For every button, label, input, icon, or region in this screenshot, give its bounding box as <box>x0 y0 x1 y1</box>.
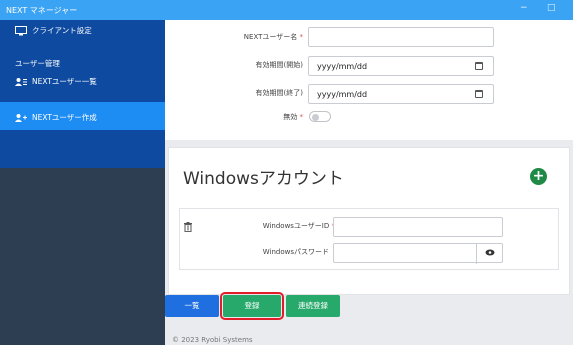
sidebar-section-user-management: ユーザー管理 <box>15 59 60 68</box>
trash-icon[interactable] <box>184 217 192 233</box>
sidebar-item-label: NEXTユーザー一覧 <box>32 77 97 86</box>
windows-password-input[interactable] <box>333 243 503 264</box>
maximize-button[interactable]: □ <box>547 3 556 13</box>
start-date-input[interactable]: yyyy/mm/dd <box>308 56 494 76</box>
users-list-icon <box>15 77 27 87</box>
calendar-icon[interactable] <box>475 62 483 70</box>
username-input[interactable] <box>308 27 494 47</box>
windows-account-card: Windowsアカウント + WindowsユーザーID * Windowsパス… <box>168 147 570 295</box>
windows-userid-input[interactable] <box>333 217 503 237</box>
windows-userid-label: WindowsユーザーID * <box>262 222 335 230</box>
windows-password-label: Windowsパスワード <box>262 248 329 256</box>
add-account-button[interactable]: + <box>530 168 547 185</box>
disabled-label: 無効 * <box>283 113 303 121</box>
eye-icon[interactable] <box>476 244 502 264</box>
sidebar-item-next-user-list[interactable]: NEXTユーザー一覧 <box>15 76 97 87</box>
toggle-knob <box>312 113 319 121</box>
add-user-icon <box>15 113 27 123</box>
user-form-card: NEXTユーザー名 * 有効期間(開始) yyyy/mm/dd 有効期間(終了)… <box>165 20 573 140</box>
list-button[interactable]: 一覧 <box>165 295 219 317</box>
end-date-label: 有効期間(終了) <box>255 89 303 97</box>
continuous-register-button[interactable]: 連続登録 <box>286 295 340 317</box>
sidebar-item-label: NEXTユーザー作成 <box>32 113 97 122</box>
minimize-button[interactable]: − <box>520 3 528 13</box>
title-bar: NEXT マネージャー − □ <box>0 0 573 20</box>
copyright: © 2023 Ryobi Systems <box>172 336 253 344</box>
register-button[interactable]: 登録 <box>220 292 284 320</box>
disabled-toggle[interactable] <box>309 111 331 122</box>
end-date-input[interactable]: yyyy/mm/dd <box>308 84 494 104</box>
sidebar-menu-area <box>0 20 165 168</box>
username-label: NEXTユーザー名 * <box>243 33 303 41</box>
sidebar-item-client-settings[interactable]: クライアント設定 <box>15 25 92 36</box>
monitor-icon <box>15 25 27 36</box>
window-title: NEXT マネージャー <box>6 6 78 15</box>
sidebar: クライアント設定 ユーザー管理 NEXTユーザー一覧 NEXTユーザー作成 <box>0 20 165 345</box>
account-entry: WindowsユーザーID * Windowsパスワード <box>179 208 559 270</box>
start-date-label: 有効期間(開始) <box>255 61 303 69</box>
section-title: Windowsアカウント <box>183 169 344 189</box>
calendar-icon[interactable] <box>475 90 483 98</box>
sidebar-item-label: クライアント設定 <box>32 26 92 35</box>
sidebar-item-next-user-create[interactable]: NEXTユーザー作成 <box>15 112 97 123</box>
main-content: NEXTユーザー名 * 有効期間(開始) yyyy/mm/dd 有効期間(終了)… <box>165 20 573 345</box>
